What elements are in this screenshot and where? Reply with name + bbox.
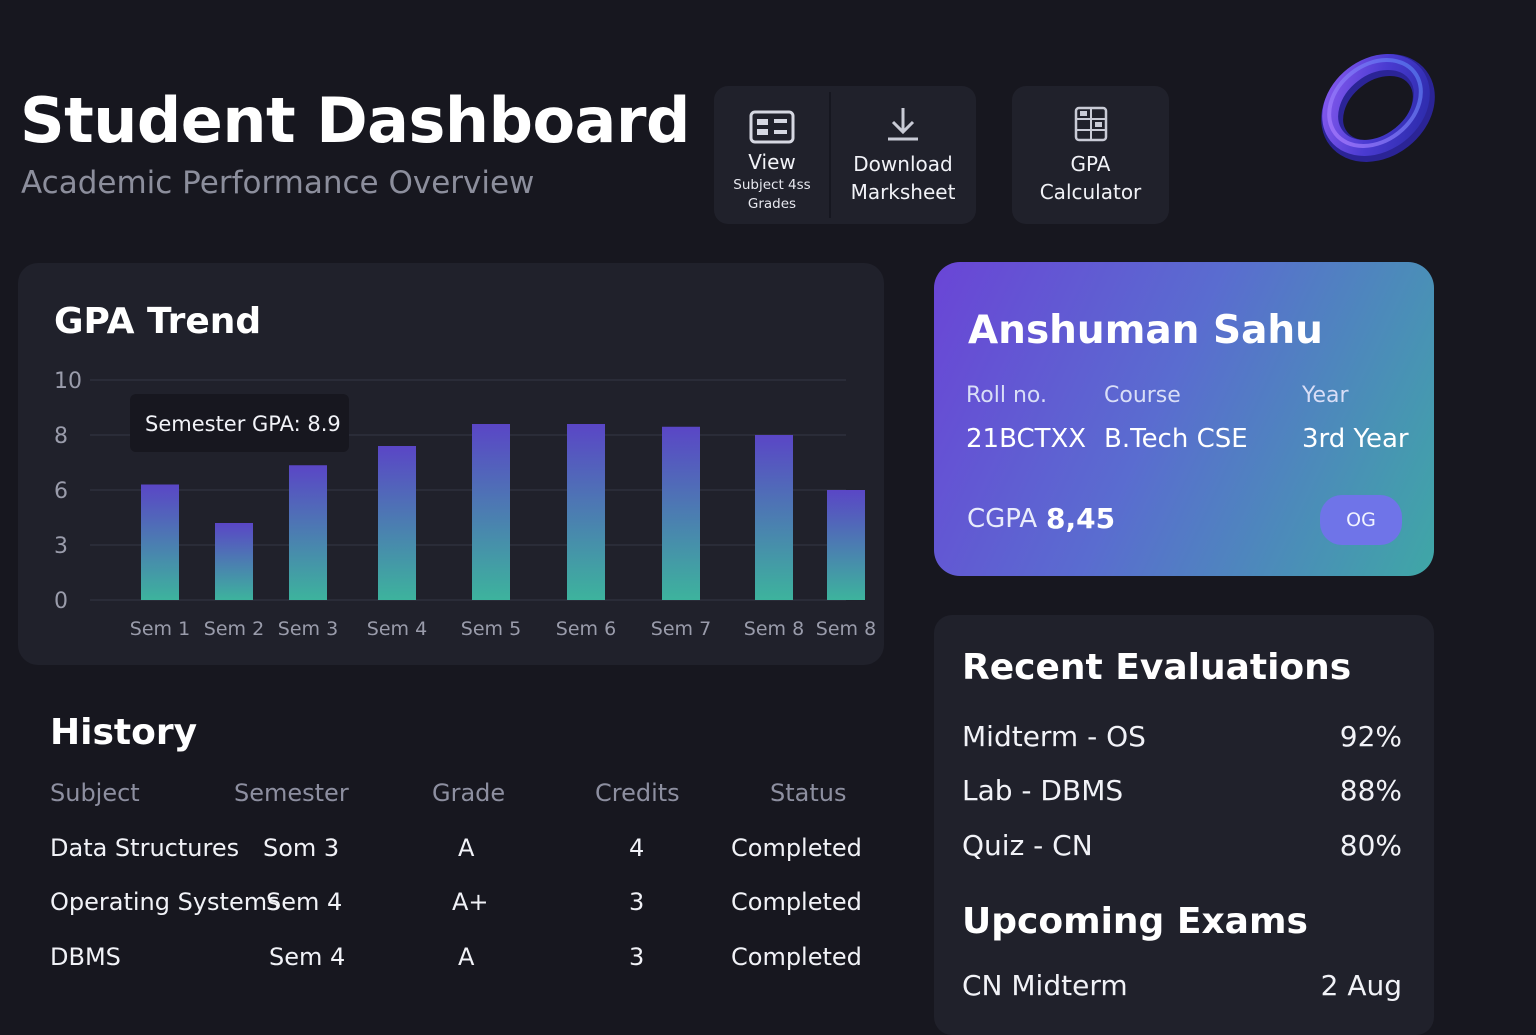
cell-grade: A (458, 834, 475, 862)
col-header-credits: Credits (595, 779, 680, 807)
x-tick-label: Sem 1 (130, 618, 190, 640)
download-sublabel: Marksheet (850, 180, 956, 204)
col-header-status: Status (770, 779, 847, 807)
profile-card: Anshuman Sahu Roll no. 21BCTXX Course B.… (934, 262, 1434, 576)
gpa-trend-card: GPA Trend 0 3 6 8 10 Sem 1 Sem 2 Sem 3 Sem 4 Sem … (18, 263, 884, 665)
evaluation-score: 92% (1339, 720, 1402, 753)
action-group: View Subject 4ss Grades Download Markshe… (714, 86, 976, 224)
col-header-grade: Grade (432, 779, 506, 807)
gpa-bar[interactable] (215, 523, 253, 600)
cgpa-value: 8,45 (1046, 502, 1116, 535)
evaluations-card: Recent Evaluations Midterm - OS 92% Lab … (934, 615, 1434, 1035)
cell-semester: Som 3 (263, 834, 340, 862)
page-subtitle: Academic Performance Overview (21, 165, 535, 201)
cell-grade: A (458, 943, 475, 971)
view-sublabel-2: Grades (747, 196, 797, 212)
cell-subject: Operating Systems (50, 888, 280, 916)
gpa-bar[interactable] (472, 424, 510, 600)
y-tick-label: 6 (54, 479, 68, 504)
evaluation-score: 88% (1339, 774, 1402, 807)
x-tick-label: Sem 8 (744, 618, 804, 640)
cell-credits: 3 (629, 943, 645, 971)
exam-name: CN Midterm (962, 969, 1128, 1002)
gpa-bar[interactable] (289, 465, 327, 600)
recent-evaluations-title: Recent Evaluations (962, 647, 1352, 688)
x-tick-label: Sem 3 (278, 618, 338, 640)
gpa-calculator-label: GPA (1070, 152, 1111, 176)
download-icon (888, 108, 918, 141)
x-tick-label: Sem 8 (816, 618, 876, 640)
y-tick-label: 3 (54, 534, 68, 559)
y-tick-label: 10 (54, 369, 82, 394)
cell-semester: Sem 4 (269, 943, 346, 971)
cell-status: Completed (731, 834, 862, 862)
gpa-tooltip: Semester GPA: 8.9 (130, 394, 349, 452)
ring-logo-icon (1321, 54, 1435, 162)
x-tick-label: Sem 6 (556, 618, 616, 640)
course-value: B.Tech CSE (1104, 424, 1248, 454)
cell-status: Completed (731, 943, 862, 971)
view-sublabel: Subject 4ss (733, 177, 811, 193)
download-marksheet-button[interactable]: Download Marksheet (830, 86, 976, 224)
view-label: View (748, 150, 796, 174)
exam-date: 2 Aug (1320, 969, 1402, 1002)
student-name: Anshuman Sahu (968, 308, 1323, 353)
gpa-calculator-button[interactable]: GPA Calculator (1012, 86, 1169, 224)
gpa-bar[interactable] (141, 484, 179, 601)
gpa-bar[interactable] (662, 426, 700, 600)
cell-credits: 4 (629, 834, 645, 862)
roll-value: 21BCTXX (966, 424, 1087, 454)
gpa-bar[interactable] (755, 435, 793, 600)
cell-semester: Sem 4 (266, 888, 343, 916)
cell-subject: Data Structures (50, 834, 240, 862)
evaluation-name: Midterm - OS (962, 720, 1146, 753)
col-header-semester: Semester (234, 779, 349, 807)
evaluation-name: Quiz - CN (962, 829, 1093, 862)
gpa-calculator-sublabel: Calculator (1039, 180, 1142, 204)
gpa-bar[interactable] (567, 424, 605, 600)
gpa-bar[interactable] (378, 446, 416, 600)
history-title: History (50, 712, 198, 753)
cell-grade: A+ (452, 888, 489, 916)
tooltip-text: Semester GPA: 8.9 (145, 412, 341, 436)
download-label: Download (853, 152, 953, 176)
y-tick-label: 8 (54, 424, 68, 449)
x-tick-label: Sem 7 (651, 618, 711, 640)
year-label: Year (1302, 383, 1349, 408)
grid-card-icon (749, 110, 795, 144)
gpa-bar[interactable] (827, 490, 865, 600)
cell-subject: DBMS (50, 943, 121, 971)
col-header-subject: Subject (50, 779, 140, 807)
upcoming-exams-title: Upcoming Exams (962, 901, 1308, 942)
page-title: Student Dashboard (20, 84, 690, 157)
roll-label: Roll no. (966, 383, 1047, 408)
x-tick-label: Sem 5 (461, 618, 521, 640)
x-tick-label: Sem 2 (204, 618, 264, 640)
gpa-trend-chart: 0 3 6 8 10 Sem 1 Sem 2 Sem 3 Sem 4 Sem 5 Sem 6 Sem … (54, 369, 876, 640)
cell-status: Completed (731, 888, 862, 916)
calculator-icon (1074, 106, 1107, 142)
view-grades-button[interactable]: View Subject 4ss Grades (714, 86, 830, 224)
y-tick-label: 0 (54, 589, 68, 614)
year-value: 3rd Year (1302, 424, 1409, 454)
x-tick-label: Sem 4 (367, 618, 427, 640)
evaluation-score: 80% (1339, 829, 1402, 862)
evaluation-name: Lab - DBMS (962, 774, 1124, 807)
course-label: Course (1104, 383, 1181, 408)
og-button[interactable]: OG (1320, 495, 1402, 545)
cgpa-label: CGPA (967, 504, 1038, 534)
cell-credits: 3 (629, 888, 645, 916)
